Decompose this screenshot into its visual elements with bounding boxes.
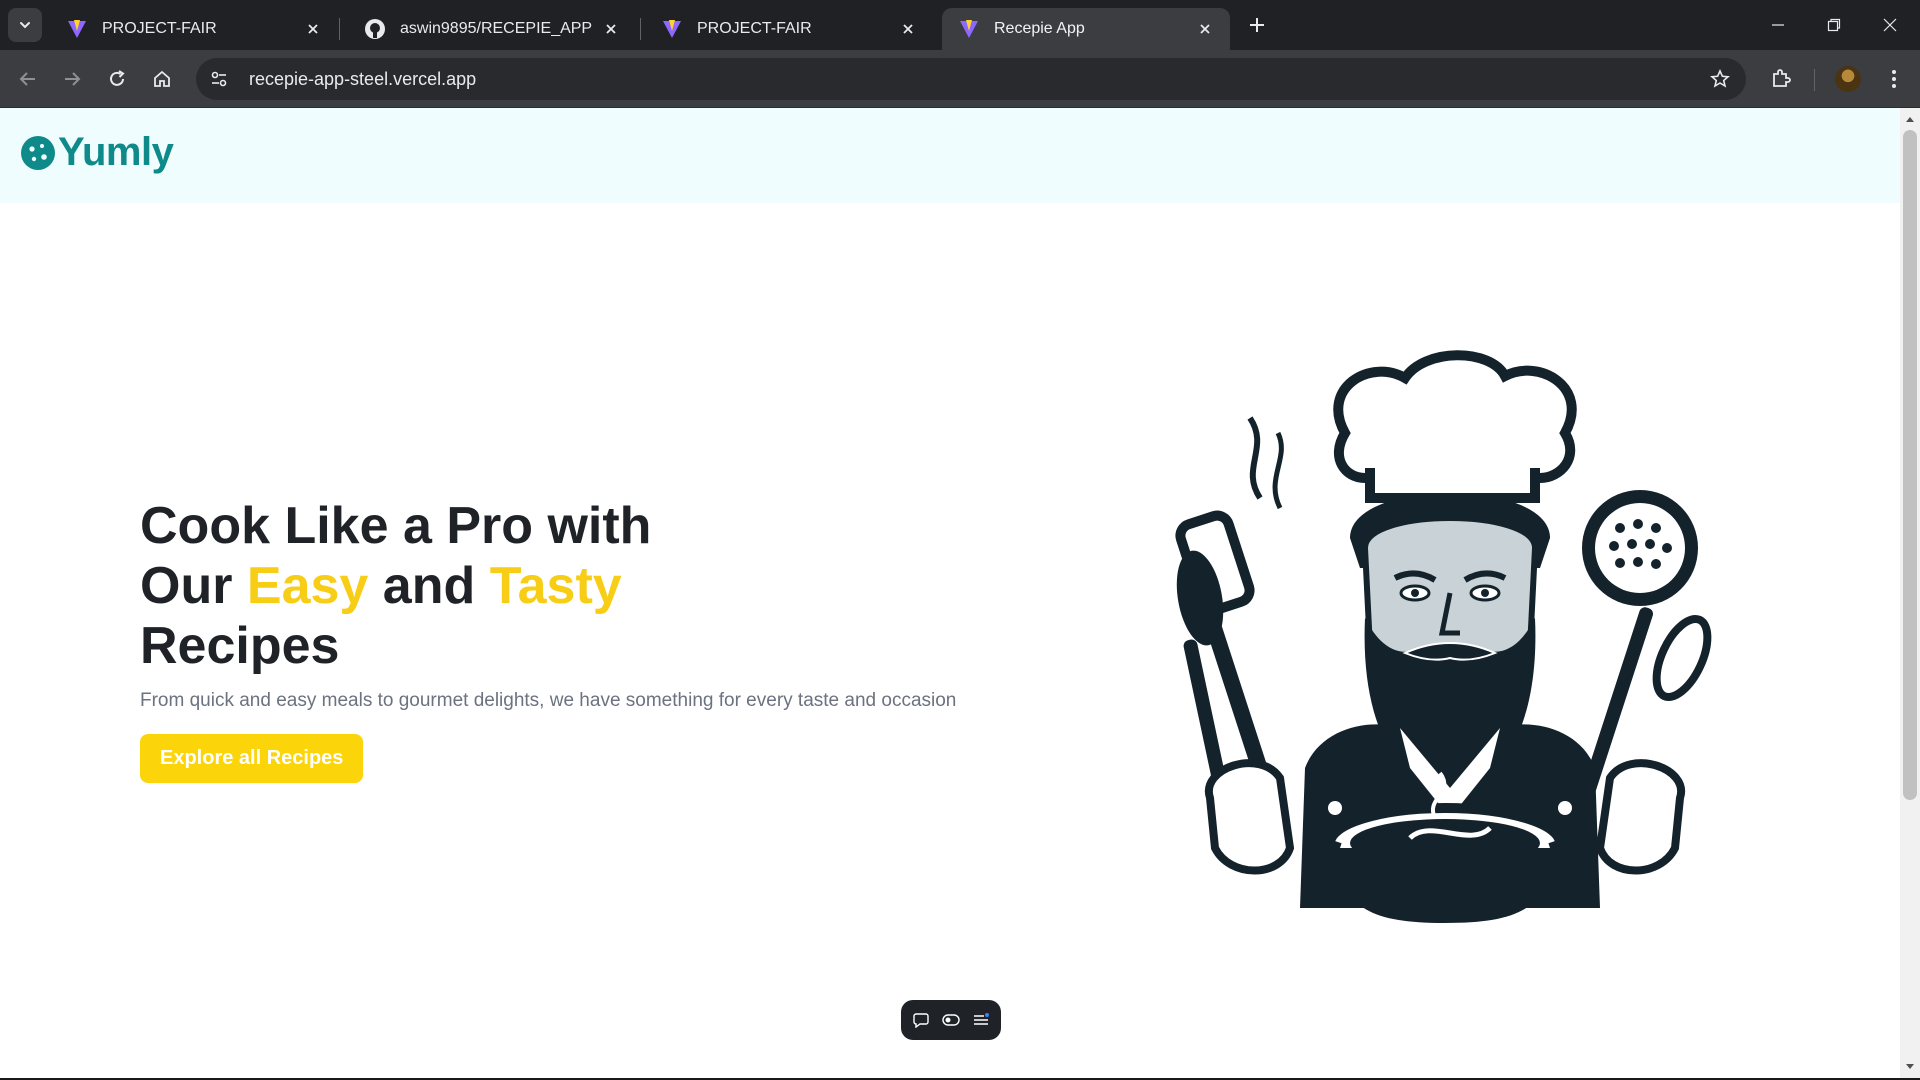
vite-icon <box>960 20 978 38</box>
hero-highlight-easy: Easy <box>246 557 369 615</box>
tab-project-fair-1[interactable]: PROJECT-FAIR <box>50 8 338 50</box>
explore-recipes-button[interactable]: Explore all Recipes <box>140 734 364 783</box>
brand-name: Yumly <box>58 130 174 174</box>
tab-title: aswin9895/RECEPIE_APP <box>400 20 593 37</box>
tab-title: Recepie App <box>994 20 1085 37</box>
hero-section: Cook Like a Pro with Our Easy and Tasty … <box>140 496 1040 783</box>
tab-close-icon[interactable] <box>1194 18 1216 40</box>
scroll-up-arrow-icon[interactable] <box>1904 112 1916 126</box>
hero-line-1: Cook Like a Pro with <box>140 497 652 555</box>
arrow-right-icon <box>65 72 81 86</box>
close-window-button[interactable] <box>1862 0 1918 50</box>
scroll-down-arrow-icon[interactable] <box>1904 1060 1916 1074</box>
tune-icon <box>211 71 227 87</box>
hero-line-2-prefix: Our <box>140 557 247 615</box>
profile-avatar[interactable] <box>1835 66 1861 92</box>
minimize-icon <box>1772 24 1784 26</box>
tab-close-icon[interactable] <box>897 18 919 40</box>
home-icon <box>154 70 170 87</box>
tab-recepie-app[interactable]: Recepie App <box>942 8 1230 50</box>
tab-search-button[interactable] <box>8 8 42 42</box>
comment-icon[interactable] <box>911 1010 931 1030</box>
toggle-icon[interactable] <box>941 1010 961 1030</box>
address-bar[interactable]: recepie-app-steel.vercel.app <box>196 58 1746 100</box>
minimize-button[interactable] <box>1750 0 1806 50</box>
tab-close-icon[interactable] <box>302 18 324 40</box>
tab-title: PROJECT-FAIR <box>102 20 217 37</box>
browser-toolbar: recepie-app-steel.vercel.app <box>0 50 1920 108</box>
new-tab-button[interactable] <box>1244 12 1270 38</box>
hero-highlight-tasty: Tasty <box>489 557 622 615</box>
arrow-left-icon <box>19 72 35 86</box>
page-scrollbar[interactable] <box>1900 108 1920 1078</box>
hero-subtitle: From quick and easy meals to gourmet del… <box>140 690 957 711</box>
vite-icon <box>68 20 86 38</box>
site-logo[interactable]: Yumly <box>20 130 174 175</box>
site-header: Yumly <box>0 108 1900 203</box>
reload-icon <box>110 70 125 86</box>
menu-icon[interactable] <box>971 1010 991 1030</box>
tab-separator <box>640 18 641 40</box>
tab-close-icon[interactable] <box>600 18 622 40</box>
url-text[interactable]: recepie-app-steel.vercel.app <box>249 69 476 90</box>
bookmark-star-button[interactable] <box>1708 67 1732 91</box>
site-info-button[interactable] <box>201 61 237 97</box>
vite-icon <box>663 20 681 38</box>
home-button[interactable] <box>148 65 176 93</box>
hero-line-3: Recipes <box>140 617 340 675</box>
toolbar-divider <box>1814 69 1815 91</box>
hero-line-2-mid: and <box>368 557 490 615</box>
chef-illustration <box>1175 350 1712 923</box>
page-viewport: Yumly Cook Like a Pro with Our Easy and … <box>0 108 1900 1078</box>
tab-title: PROJECT-FAIR <box>697 20 812 37</box>
floating-toolbar <box>901 1000 1001 1040</box>
cookie-icon <box>21 135 55 170</box>
chevron-down-icon <box>20 22 30 29</box>
forward-button[interactable] <box>58 65 86 93</box>
close-icon <box>1883 18 1897 32</box>
scrollbar-thumb[interactable] <box>1903 130 1917 800</box>
back-button[interactable] <box>14 65 42 93</box>
plus-icon <box>1250 18 1264 32</box>
restore-button[interactable] <box>1806 0 1862 50</box>
tab-project-fair-2[interactable]: PROJECT-FAIR <box>645 8 933 50</box>
restore-icon <box>1827 18 1841 32</box>
tab-separator <box>339 18 340 40</box>
hero-heading: Cook Like a Pro with Our Easy and Tasty … <box>140 496 1040 676</box>
tab-github-repo[interactable]: aswin9895/RECEPIE_APP <box>348 8 636 50</box>
more-vert-icon <box>1892 70 1896 88</box>
reload-button[interactable] <box>103 65 131 93</box>
browser-menu-button[interactable] <box>1880 65 1908 93</box>
tab-strip: PROJECT-FAIR aswin9895/RECEPIE_APP PROJE… <box>0 0 1920 50</box>
github-icon <box>365 19 385 39</box>
star-icon <box>1710 69 1730 88</box>
extensions-button[interactable] <box>1767 65 1795 93</box>
puzzle-icon <box>1773 69 1791 87</box>
